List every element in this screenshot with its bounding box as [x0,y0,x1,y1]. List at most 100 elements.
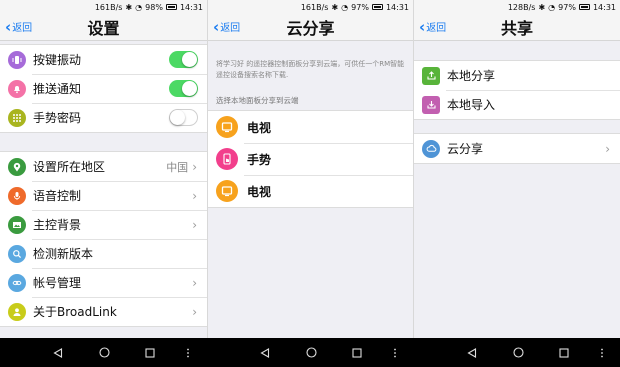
share-row-local-import[interactable]: 本地导入 [414,90,620,119]
wifi-icon: ◔ [548,2,556,12]
recents-square-icon[interactable] [554,338,574,367]
upload-icon [422,66,440,85]
section-header: 选择本地面板分享到云端 [216,96,299,105]
menu-dots-icon[interactable] [181,338,195,367]
battery-icon [165,4,177,10]
settings-row-push[interactable]: 推送通知 [0,74,207,103]
download-icon [422,95,440,114]
clock: 14:31 [592,2,616,12]
link-icon [8,273,26,292]
panel-list: 电视 手势 电视 [208,110,413,208]
gesture-password-toggle[interactable] [169,109,198,126]
settings-row-label: 推送通知 [33,82,82,96]
home-circle-icon[interactable] [301,338,321,367]
settings-toggle-group: 按键振动 推送通知 手势密码 [0,44,207,133]
keypad-icon [8,108,26,127]
back-button[interactable]: ‹ 返回 [419,19,446,34]
share-cloud-group: 云分享 › [414,133,620,164]
tv-icon [216,180,238,202]
battery-icon [578,4,590,10]
back-triangle-icon[interactable] [48,338,68,367]
status-bar: 128B/s ✱ ◔ 97% 14:31 [414,0,620,14]
settings-row-background[interactable]: 主控背景 › [0,210,207,239]
settings-row-label: 手势密码 [33,111,82,125]
image-icon [8,215,26,234]
chevron-left-icon: ‹ [5,17,12,36]
battery-percent: 97% [351,2,369,12]
settings-row-voice[interactable]: 语音控制 › [0,181,207,210]
location-icon [8,157,26,176]
back-label: 返回 [12,23,33,34]
share-local-group: 本地分享 本地导入 [414,60,620,120]
back-label: 返回 [426,23,447,34]
person-icon [8,302,26,321]
settings-row-account[interactable]: 帐号管理 › [0,268,207,297]
search-icon [8,244,26,263]
chevron-right-icon: › [192,217,197,232]
settings-row-label: 关于BroadLink [33,305,117,319]
wifi-icon: ◔ [135,2,143,12]
nav-bar: ‹ 返回 共享 [414,14,620,41]
wifi-icon: ◔ [341,2,349,12]
settings-row-about[interactable]: 关于BroadLink › [0,297,207,326]
tv-icon [216,116,238,138]
panel-item-tv[interactable]: 电视 [208,111,413,143]
bluetooth-icon: ✱ [538,2,546,12]
back-button[interactable]: ‹ 返回 [213,19,240,34]
settings-row-label: 语音控制 [33,189,82,203]
settings-row-vibration[interactable]: 按键振动 [0,45,207,74]
page-title: 云分享 [286,19,335,38]
back-triangle-icon[interactable] [462,338,482,367]
chevron-right-icon: › [192,275,197,290]
share-row-cloud[interactable]: 云分享 › [414,134,620,163]
push-toggle[interactable] [169,80,198,97]
settings-row-region[interactable]: 设置所在地区 中国 › [0,152,207,181]
settings-row-label: 检测新版本 [33,247,94,261]
page-title: 共享 [500,19,533,38]
settings-screen: 161B/s ✱ ◔ 98% 14:31 ‹ 返回 设置 按键振动 推送通知 手… [0,0,207,338]
settings-row-check-update[interactable]: 检测新版本 [0,239,207,268]
menu-dots-icon[interactable] [388,338,402,367]
clock: 14:31 [385,2,409,12]
net-speed: 161B/s [94,2,123,12]
recents-square-icon[interactable] [140,338,160,367]
menu-dots-icon[interactable] [595,338,609,367]
status-bar: 161B/s ✱ ◔ 97% 14:31 [208,0,413,14]
nav-bar: ‹ 返回 云分享 [208,14,413,41]
microphone-icon [8,186,26,205]
chevron-right-icon: › [192,188,197,203]
region-value: 中国 [166,160,189,174]
chevron-left-icon: ‹ [419,17,426,36]
panel-item-label: 手势 [247,152,272,167]
settings-row-gesture-password[interactable]: 手势密码 [0,103,207,132]
back-triangle-icon[interactable] [255,338,275,367]
recents-square-icon[interactable] [347,338,367,367]
vibrate-icon [8,50,26,69]
cloud-share-description: 将学习好 的遥控器控制面板分享到云端，可供任一个RM智能遥控设备搜索名称下载. [216,60,405,79]
page-title: 设置 [87,19,120,38]
back-button[interactable]: ‹ 返回 [5,19,32,34]
settings-row-label: 帐号管理 [33,276,82,290]
chevron-right-icon: › [192,159,197,174]
hand-gesture-icon [216,148,238,170]
share-row-local-share[interactable]: 本地分享 [414,61,620,90]
vibration-toggle[interactable] [169,51,198,68]
settings-row-label: 主控背景 [33,218,82,232]
chevron-left-icon: ‹ [213,17,220,36]
net-speed: 161B/s [300,2,329,12]
home-circle-icon[interactable] [508,338,528,367]
cloud-share-screen: 161B/s ✱ ◔ 97% 14:31 ‹ 返回 云分享 将学习好 的遥控器控… [207,0,413,338]
status-bar: 161B/s ✱ ◔ 98% 14:31 [0,0,207,14]
settings-row-label: 按键振动 [33,53,82,67]
panel-item-label: 电视 [247,184,272,199]
android-nav-bar [0,338,620,367]
battery-icon [371,4,383,10]
panel-item-label: 电视 [247,120,272,135]
back-label: 返回 [220,23,241,34]
panel-item-tv[interactable]: 电视 [208,175,413,207]
bell-icon [8,79,26,98]
home-circle-icon[interactable] [94,338,114,367]
battery-percent: 97% [558,2,576,12]
panel-item-gesture[interactable]: 手势 [208,143,413,175]
clock: 14:31 [179,2,203,12]
